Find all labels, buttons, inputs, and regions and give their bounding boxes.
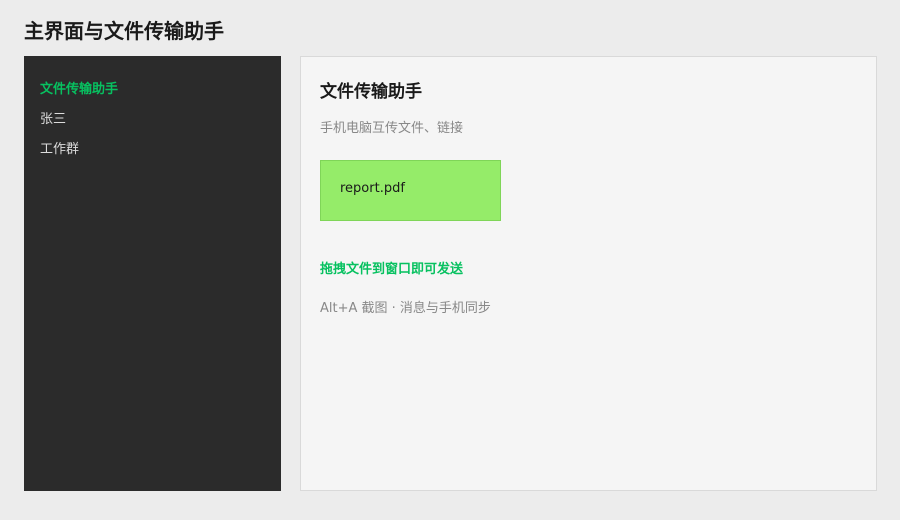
sidebar-item-zhangsan[interactable]: 张三 bbox=[40, 111, 66, 129]
shortcut-hint: Alt+A 截图 · 消息与手机同步 bbox=[320, 301, 491, 316]
drag-drop-hint: 拖拽文件到窗口即可发送 bbox=[320, 262, 464, 277]
chat-panel: 文件传输助手 手机电脑互传文件、链接 report.pdf 拖拽文件到窗口即可发… bbox=[300, 56, 877, 491]
chat-subtitle: 手机电脑互传文件、链接 bbox=[320, 121, 464, 136]
sidebar: 文件传输助手 张三 工作群 bbox=[24, 56, 281, 491]
page-title: 主界面与文件传输助手 bbox=[24, 19, 224, 43]
file-message-bubble[interactable]: report.pdf bbox=[320, 160, 501, 221]
sidebar-item-work-group[interactable]: 工作群 bbox=[40, 141, 79, 159]
sidebar-item-file-transfer[interactable]: 文件传输助手 bbox=[40, 81, 118, 99]
chat-title: 文件传输助手 bbox=[320, 82, 422, 102]
file-name: report.pdf bbox=[340, 181, 405, 196]
